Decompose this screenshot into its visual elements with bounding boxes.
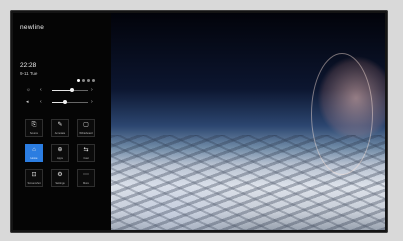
tile-home[interactable]: ⌂ Home: [25, 144, 43, 162]
volume-decrease-button[interactable]: ‹: [40, 99, 42, 105]
tile-more[interactable]: ⋯ More: [77, 169, 95, 187]
tile-screenshot[interactable]: ⊡ Screenshot: [25, 169, 43, 187]
tile-cast[interactable]: ⇆ Cast: [77, 144, 95, 162]
page-dot[interactable]: [92, 79, 95, 82]
home-icon: ⌂: [32, 147, 36, 153]
tile-label: Cast: [83, 157, 89, 160]
brand-logo: newline: [20, 24, 45, 31]
brightness-decrease-button[interactable]: ‹: [40, 87, 42, 93]
apps-icon: ⊕: [57, 147, 63, 153]
clock-date: 9-11 Tue: [20, 71, 38, 76]
brightness-slider[interactable]: ☼ ‹ ›: [26, 87, 102, 93]
screen: newline 22:28 9-11 Tue ☼ ‹ › ◂ ‹ › ⎘ Sou…: [13, 13, 385, 230]
wallpaper-image: [111, 13, 385, 230]
quick-settings-sidebar: newline 22:28 9-11 Tue ☼ ‹ › ◂ ‹ › ⎘ Sou…: [13, 13, 111, 230]
volume-track[interactable]: [52, 99, 88, 104]
volume-slider[interactable]: ◂ ‹ ›: [26, 99, 102, 105]
wallpaper-glow: [311, 53, 373, 175]
whiteboard-icon: ▢: [83, 122, 89, 128]
tile-label: Source: [29, 132, 39, 135]
tile-annotate[interactable]: ✎ Annotate: [51, 119, 69, 137]
tile-label: Whiteboard: [79, 132, 93, 135]
tile-label: Settings: [55, 182, 65, 185]
speaker-icon: ◂: [26, 99, 29, 105]
tile-label: More: [83, 182, 89, 185]
clock-time: 22:28: [20, 62, 37, 69]
pen-icon: ✎: [57, 122, 63, 128]
brightness-track[interactable]: [52, 87, 88, 92]
volume-knob[interactable]: [62, 99, 67, 104]
tile-label: Screenshot: [27, 182, 41, 185]
tile-label: Home: [30, 157, 38, 160]
tile-whiteboard[interactable]: ▢ Whiteboard: [77, 119, 95, 137]
page-dot[interactable]: [87, 79, 90, 82]
tile-label: Annotate: [54, 132, 66, 135]
page-dot[interactable]: [82, 79, 85, 82]
brightness-fill: [52, 89, 72, 91]
volume-increase-button[interactable]: ›: [91, 99, 93, 105]
tile-label: Apps: [57, 157, 63, 160]
page-indicator[interactable]: [77, 79, 95, 82]
screenshot-icon: ⊡: [31, 172, 37, 178]
tile-source[interactable]: ⎘ Source: [25, 119, 43, 137]
settings-icon: ⚙: [57, 172, 63, 178]
brightness-knob[interactable]: [69, 87, 74, 92]
brightness-increase-button[interactable]: ›: [91, 87, 93, 93]
tile-apps[interactable]: ⊕ Apps: [51, 144, 69, 162]
page-dot[interactable]: [77, 79, 80, 82]
tile-settings[interactable]: ⚙ Settings: [51, 169, 69, 187]
input-source-icon: ⎘: [31, 122, 37, 128]
more-icon: ⋯: [83, 172, 89, 178]
sun-icon: ☼: [26, 87, 31, 93]
cast-icon: ⇆: [83, 147, 89, 153]
